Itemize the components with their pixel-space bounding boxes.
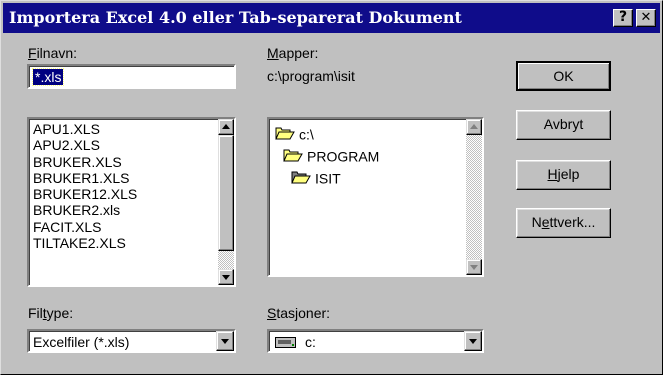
file-list-item[interactable]: BRUKER1.XLS [33, 170, 137, 186]
scroll-up-icon [470, 124, 478, 129]
close-icon: ✕ [640, 10, 652, 25]
folder-tree-item[interactable]: c:\ [275, 125, 314, 144]
filename-input[interactable]: *.xls [27, 64, 236, 89]
current-path: c:\program\isit [267, 68, 355, 84]
file-list-item[interactable]: BRUKER.XLS [33, 154, 137, 170]
filename-label: Filnavn: [28, 45, 78, 61]
scroll-thumb[interactable] [218, 135, 234, 251]
scroll-down-icon [470, 265, 478, 270]
import-dialog: Importera Excel 4.0 eller Tab-separerat … [0, 0, 663, 375]
scroll-up-icon [222, 124, 230, 129]
filetype-label: Filtype: [28, 305, 74, 321]
folder-tree-item[interactable]: ISIT [291, 169, 341, 188]
help-title-button[interactable]: ? [613, 9, 633, 27]
close-button[interactable]: ✕ [636, 9, 656, 27]
folders-label: Mapper: [267, 45, 319, 61]
scroll-up-button[interactable] [218, 119, 234, 135]
folder-name: c:\ [299, 126, 314, 143]
file-list-item[interactable]: APU1.XLS [33, 121, 137, 137]
chevron-down-icon [469, 339, 477, 344]
folder-scroll-up-button[interactable] [466, 119, 482, 135]
open-folder-icon [275, 125, 295, 144]
cancel-button[interactable]: Avbryt [516, 110, 611, 140]
file-list-item[interactable]: APU2.XLS [33, 137, 137, 153]
network-button[interactable]: Nettverk... [516, 208, 611, 238]
open-folder-selected-icon [291, 169, 311, 188]
chevron-down-icon [221, 339, 229, 344]
ok-button[interactable]: OK [516, 61, 611, 91]
folder-name: PROGRAM [307, 148, 380, 165]
folder-tree-item[interactable]: PROGRAM [283, 147, 379, 166]
scroll-down-icon [222, 275, 230, 280]
file-list[interactable]: APU1.XLS APU2.XLS BRUKER.XLS BRUKER1.XLS BRU… [27, 117, 236, 287]
filename-value: *.xls [31, 68, 65, 86]
folder-name: ISIT [315, 170, 341, 187]
folder-scroll-down-button[interactable] [466, 259, 482, 275]
folder-tree-scrollbar[interactable] [466, 119, 482, 275]
drives-dropdown-button[interactable] [464, 331, 482, 351]
open-folder-icon [283, 147, 303, 166]
help-button[interactable]: Hjelp [516, 160, 611, 190]
dialog-title: Importera Excel 4.0 eller Tab-separerat … [9, 8, 462, 27]
drives-label: Stasjoner: [267, 305, 331, 321]
file-list-scrollbar[interactable] [218, 119, 234, 285]
file-list-item[interactable]: FACIT.XLS [33, 219, 137, 235]
scroll-down-button[interactable] [218, 269, 234, 285]
filetype-dropdown-button[interactable] [216, 331, 234, 351]
title-bar[interactable]: Importera Excel 4.0 eller Tab-separerat … [3, 3, 660, 33]
file-list-item[interactable]: BRUKER12.XLS [33, 186, 137, 202]
file-list-items: APU1.XLS APU2.XLS BRUKER.XLS BRUKER1.XLS BRU… [33, 121, 137, 251]
drive-icon [275, 335, 297, 354]
drive-value: c: [305, 334, 316, 350]
file-list-item[interactable]: TILTAKE2.XLS [33, 235, 137, 251]
filetype-select[interactable]: Excelfiler (*.xls) [27, 329, 236, 353]
drives-select[interactable]: c: [267, 329, 484, 353]
file-list-item[interactable]: BRUKER2.xls [33, 202, 137, 218]
folder-tree[interactable]: c:\ PROGRAM ISIT [267, 117, 484, 277]
filetype-value: Excelfiler (*.xls) [33, 334, 130, 350]
